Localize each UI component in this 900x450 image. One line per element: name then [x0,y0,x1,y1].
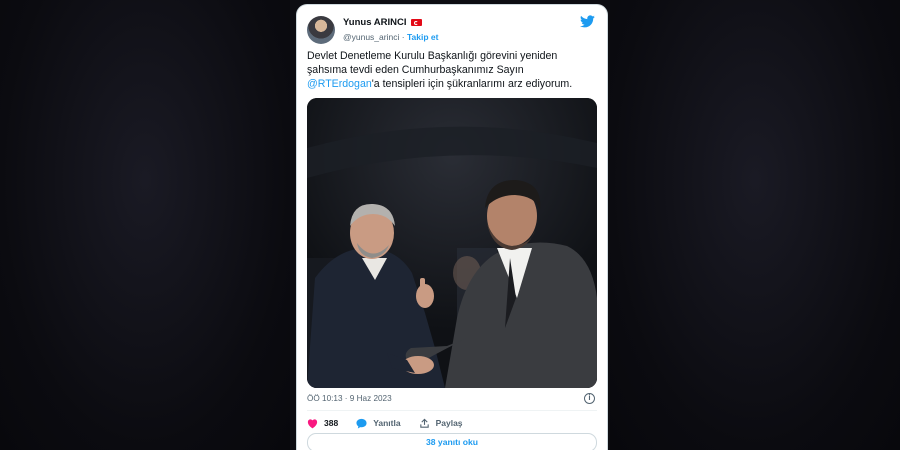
reply-bubble-icon [356,418,367,429]
photo-handshake-scene [307,98,597,388]
info-icon[interactable]: i [584,393,595,404]
share-button[interactable]: Paylaş [419,418,463,429]
like-button[interactable]: 388 [307,418,338,429]
likes-count: 388 [324,418,339,428]
actions-bar: 388 Yanıtla Paylaş [307,416,481,430]
follow-button[interactable]: Takip et [407,32,439,42]
tweet-photo[interactable] [307,98,597,388]
tweet-text-part1: Devlet Denetleme Kurulu Başkanlığı görev… [307,50,558,76]
heart-icon [307,418,318,428]
twitter-bird-icon[interactable] [580,15,595,28]
read-replies-button[interactable]: 38 yanıtı oku [307,433,597,450]
divider [307,410,597,411]
tweet-header: Yunus ARINCI @yunus_arinci · Takip et [307,13,599,47]
tweet-timestamp[interactable]: ÖÖ 10:13 · 9 Haz 2023 [307,394,392,403]
background-right [610,0,900,450]
timestamp-row: ÖÖ 10:13 · 9 Haz 2023 i [307,393,597,406]
avatar[interactable] [307,16,335,44]
share-icon [419,418,429,428]
reply-label: Yanıtla [373,418,401,428]
tweet-text-part2: 'a tensipleri için şükranlarımı arz ediy… [371,78,573,90]
tweet-card: Yunus ARINCI @yunus_arinci · Takip et De… [297,5,607,450]
background-left [0,0,290,450]
share-label: Paylaş [435,418,463,428]
author-name-row: Yunus ARINCI [343,17,422,28]
handle-row: @yunus_arinci · Takip et [343,32,438,42]
author-handle[interactable]: @yunus_arinci [343,32,399,42]
flag-tr-icon [410,19,422,26]
mention-link[interactable]: @RTErdogan [307,78,372,90]
tweet-text: Devlet Denetleme Kurulu Başkanlığı görev… [307,49,597,91]
reply-button[interactable]: Yanıtla [356,418,401,429]
author-name[interactable]: Yunus ARINCI [343,17,407,28]
